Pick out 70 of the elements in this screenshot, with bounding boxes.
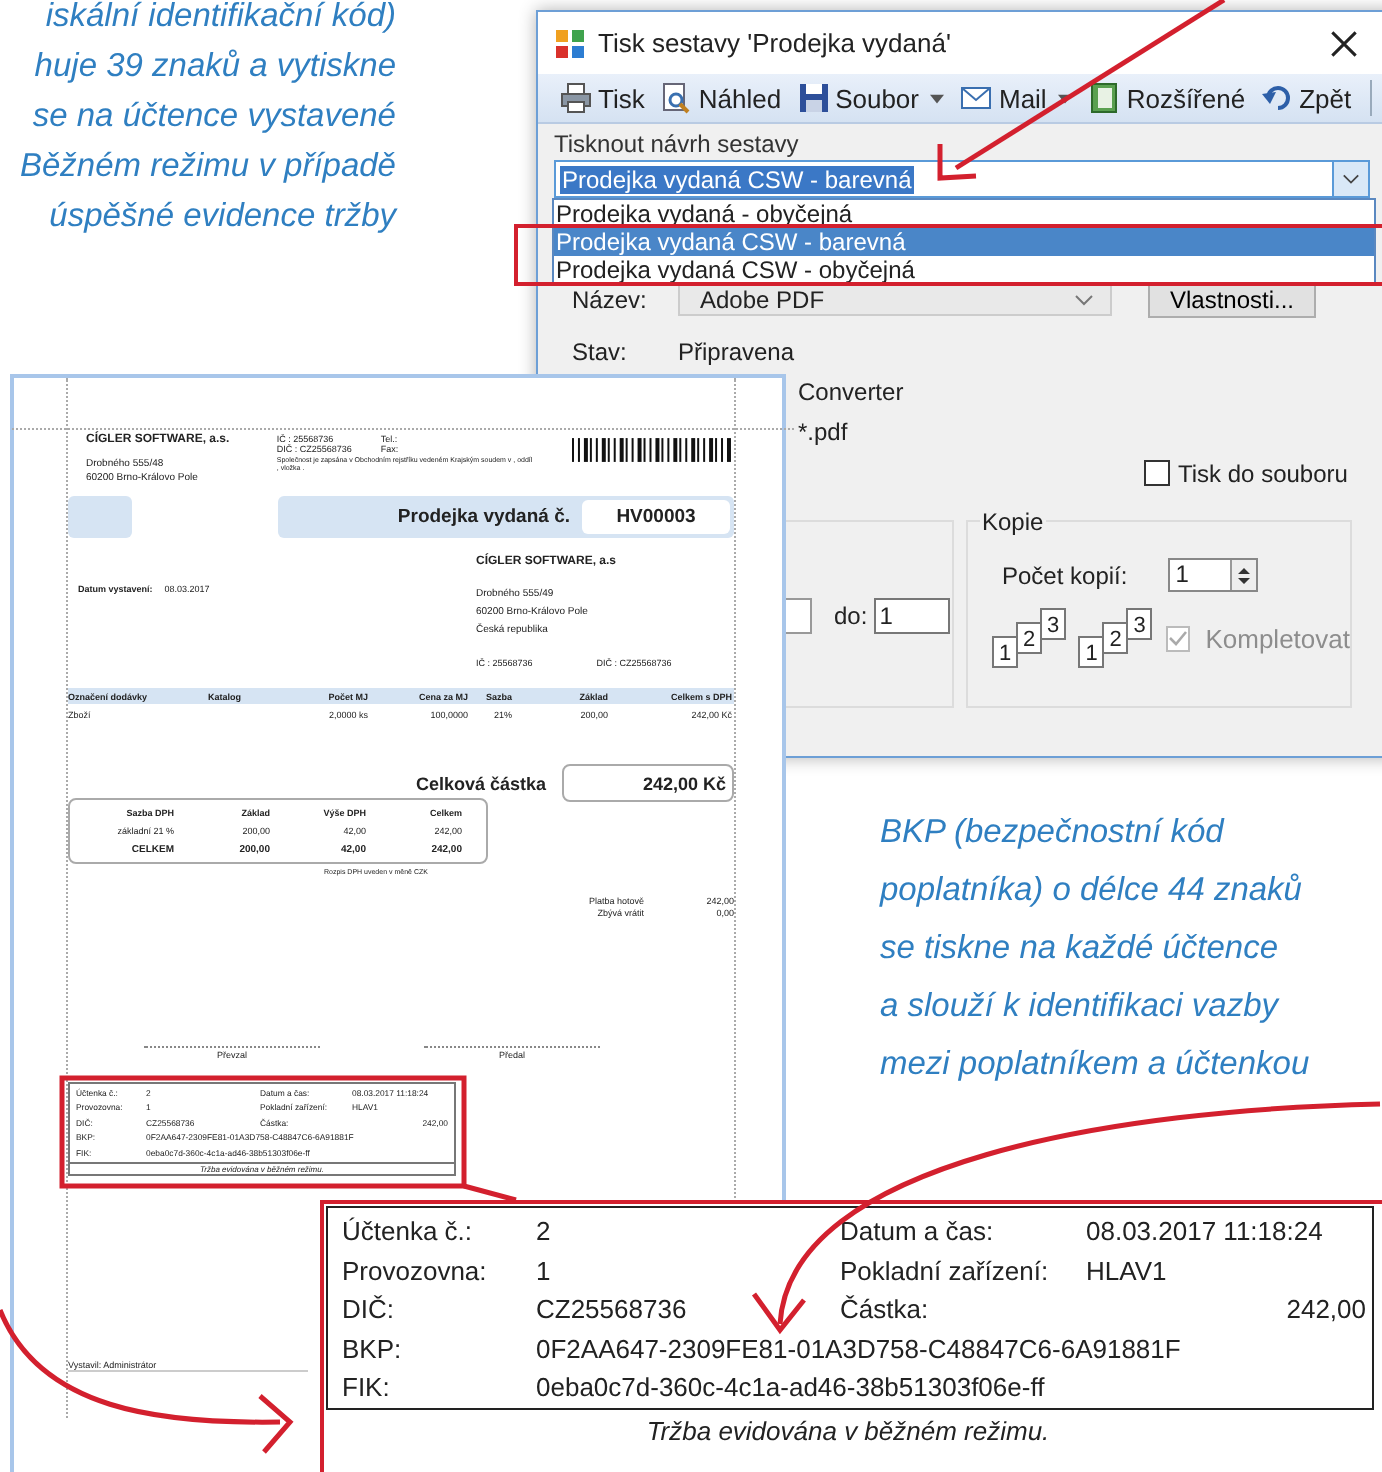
receipt-value: CZ25568736 — [536, 1294, 689, 1324]
receipt-label: Pokladní zařízení: — [840, 1255, 1051, 1285]
chevron-icon — [1074, 293, 1094, 305]
receipt-value: 242,00 — [1284, 1294, 1366, 1324]
to-field[interactable]: 1 — [873, 598, 950, 634]
template-option[interactable]: Prodejka vydaná - obyčejná — [554, 200, 1374, 228]
total-label: Celková částka — [415, 773, 546, 793]
copies-title: Kopie — [980, 508, 1046, 536]
receipt-label: Datum a čas: — [840, 1216, 996, 1246]
page-sheet: 3 — [1126, 608, 1153, 640]
close-icon[interactable] — [1330, 29, 1358, 57]
barcode-icon — [571, 438, 734, 462]
document-title: Prodejka vydaná č. — [397, 506, 570, 528]
page-sheet: 2 — [1102, 622, 1129, 654]
page-sheet: 1 — [992, 636, 1018, 668]
window-title: Tisk sestavy 'Prodejka vydaná' — [598, 28, 951, 58]
print-to-file-label: Tisk do souboru — [1178, 459, 1348, 487]
chevron-icon — [1332, 162, 1368, 196]
document-number: HV00003 — [582, 500, 730, 534]
status-value: Připravena — [678, 337, 795, 365]
spinner-arrows-icon[interactable] — [1235, 563, 1252, 587]
page-sheet: 2 — [1016, 622, 1042, 654]
receipt-value: 0F2AA647-2309FE81-01A3D758-C48847C6-6A91881F — [536, 1333, 1183, 1363]
toolbar-button[interactable]: Mail — [954, 80, 1079, 116]
annotation-text: iskální identifikační kód) huje 39 znaků a vytiskne se na účtence vystavené Běžném režimu v případě úspěšné evidence tržby — [17, 0, 396, 238]
to-label: do: — [834, 602, 868, 630]
page-sheet: 3 — [1040, 608, 1066, 640]
page-sheet: 1 — [1078, 636, 1105, 668]
copies-count-label: Počet kopií: — [1002, 561, 1128, 589]
toolbar-button[interactable]: Rozšířené — [1082, 80, 1252, 116]
app-icon — [554, 27, 586, 59]
save-icon — [797, 82, 830, 114]
status-label: Stav: — [572, 337, 629, 365]
template-option[interactable]: Prodejka vydaná CSW - obyčejná — [554, 256, 1374, 284]
receipt-value: HLAV1 — [1086, 1255, 1169, 1285]
caret-icon — [1058, 93, 1073, 103]
printer-type-value: Converter — [798, 378, 904, 406]
toolbar-button[interactable]: Soubor — [791, 80, 951, 116]
template-dropdown[interactable]: Prodejka vydaná CSW - barevná — [554, 160, 1370, 198]
undo-icon — [1261, 82, 1294, 114]
toolbar-button[interactable]: Zpět — [1255, 80, 1358, 116]
receipt-label: Částka: — [840, 1294, 931, 1324]
receipt-value: 1 — [536, 1255, 553, 1285]
receipt-label: Účtenka č.: — [342, 1216, 475, 1246]
envelope-icon — [960, 82, 993, 114]
toolbar-button[interactable]: Náhled — [654, 80, 788, 116]
printer-port-value: *.pdf — [798, 418, 848, 446]
receipt-label: BKP: — [342, 1333, 404, 1363]
print-to-file-checkbox[interactable] — [1144, 460, 1170, 486]
receipt-label: Provozovna: — [342, 1255, 489, 1285]
collate-label: Kompletovat — [1205, 623, 1350, 653]
copies-spinner[interactable]: 1 — [1167, 558, 1258, 592]
printer-name-label: Název: — [572, 285, 649, 313]
receipt-value: 2 — [536, 1216, 553, 1246]
template-label: Tisknout návrh sestavy — [554, 130, 799, 158]
toolbar-button[interactable]: Tisk — [554, 80, 651, 116]
page-magnifier-icon — [660, 82, 693, 114]
receipt-label: FIK: — [342, 1372, 392, 1402]
receipt-value: 0eba0c7d-360c-4c1a-ad46-38b51303f06e-ff — [536, 1372, 1047, 1402]
total-amount: 242,00 Kč — [562, 764, 734, 802]
printer-icon — [560, 82, 592, 114]
template-option[interactable]: Prodejka vydaná CSW - barevná — [554, 228, 1374, 256]
receipt-label: DIČ: — [342, 1294, 396, 1324]
receipt-value: 08.03.2017 11:18:24 — [1086, 1216, 1325, 1246]
book-icon — [1088, 82, 1121, 114]
annotation-text: BKP (bezpečnostní kód poplatníka) o délce 44 znaků se tiskne na každé účtence a slouží k identifikaci vazby mezi poplatníkem a účtenkou — [880, 812, 1310, 1086]
from-field[interactable] — [786, 598, 812, 634]
receipt-footer: Tržba evidována v běžném režimu. — [324, 1416, 1372, 1446]
header-band — [68, 496, 132, 538]
caret-icon — [930, 93, 945, 103]
